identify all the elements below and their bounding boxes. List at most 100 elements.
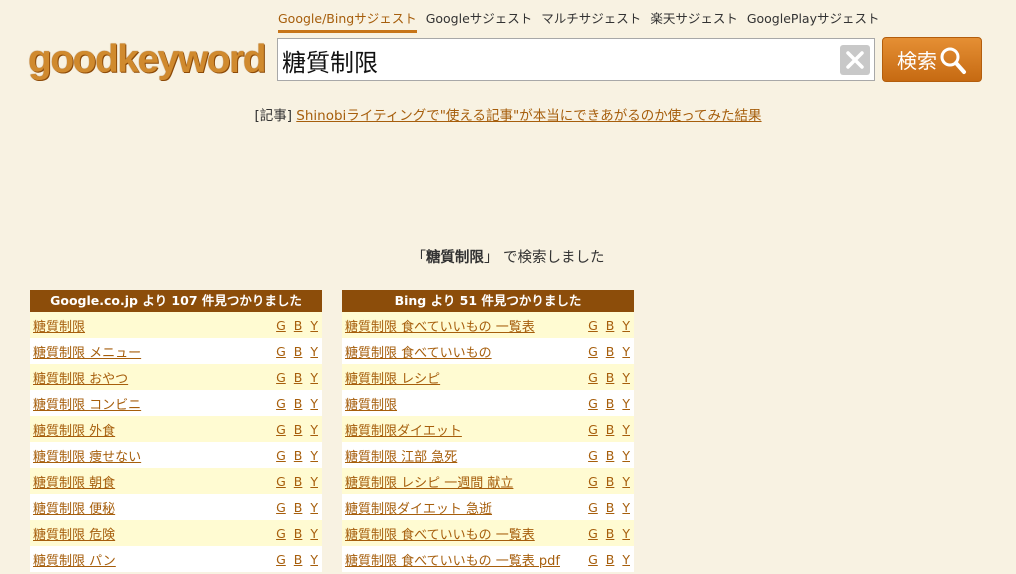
article-link[interactable]: Shinobiライティングで"使える記事"が本当にできあがるのか使ってみた結果 [296,108,761,124]
nav-google-bing[interactable]: Google/Bingサジェスト [278,8,417,33]
engine-link-g[interactable]: G [588,474,598,489]
engine-link-y[interactable]: Y [310,318,318,333]
clear-button[interactable] [840,45,870,75]
google-results-header: Google.co.jp より 107 件見つかりました [30,290,322,312]
engine-link-g[interactable]: G [276,422,286,437]
engine-link-g[interactable]: G [588,344,598,359]
engine-links: GBY [276,526,318,541]
keyword-link[interactable]: 糖質制限 食べていいもの [345,342,492,361]
engine-link-b[interactable]: B [606,552,615,567]
engine-link-b[interactable]: B [606,474,615,489]
engine-link-y[interactable]: Y [622,422,630,437]
engine-link-y[interactable]: Y [622,370,630,385]
engine-link-b[interactable]: B [606,370,615,385]
engine-link-y[interactable]: Y [310,552,318,567]
engine-link-b[interactable]: B [294,474,303,489]
keyword-link[interactable]: 糖質制限 危険 [33,524,115,543]
engine-link-b[interactable]: B [606,422,615,437]
engine-link-y[interactable]: Y [622,552,630,567]
keyword-link[interactable]: 糖質制限 朝食 [33,472,115,491]
keyword-link[interactable]: 糖質制限ダイエット 急逝 [345,498,492,517]
engine-link-b[interactable]: B [294,552,303,567]
engine-link-g[interactable]: G [276,344,286,359]
keyword-link[interactable]: 糖質制限ダイエット [345,420,462,439]
engine-link-g[interactable]: G [588,500,598,515]
nav-google[interactable]: Googleサジェスト [426,8,533,33]
engine-link-y[interactable]: Y [622,448,630,463]
engine-link-b[interactable]: B [294,500,303,515]
engine-link-b[interactable]: B [294,318,303,333]
engine-link-y[interactable]: Y [622,474,630,489]
engine-link-y[interactable]: Y [622,396,630,411]
engine-link-g[interactable]: G [588,448,598,463]
engine-link-y[interactable]: Y [310,474,318,489]
engine-link-b[interactable]: B [294,396,303,411]
engine-link-y[interactable]: Y [622,344,630,359]
engine-link-g[interactable]: G [276,448,286,463]
engine-link-y[interactable]: Y [622,500,630,515]
engine-link-y[interactable]: Y [310,448,318,463]
engine-link-g[interactable]: G [588,318,598,333]
engine-link-b[interactable]: B [606,500,615,515]
engine-link-y[interactable]: Y [310,500,318,515]
keyword-link[interactable]: 糖質制限 便秘 [33,498,115,517]
engine-link-b[interactable]: B [294,422,303,437]
engine-link-g[interactable]: G [276,474,286,489]
nav-multi[interactable]: マルチサジェスト [541,8,641,33]
keyword-link[interactable]: 糖質制限 メニュー [33,342,141,361]
keyword-link[interactable]: 糖質制限 痩せない [33,446,141,465]
engine-link-g[interactable]: G [588,396,598,411]
nav-googleplay[interactable]: GooglePlayサジェスト [747,8,880,33]
engine-nav: Google/Bingサジェスト Googleサジェスト マルチサジェスト 楽天… [278,8,888,33]
engine-links: GBY [588,552,630,567]
bing-results-panel: Bing より 51 件見つかりました 糖質制限 食べていいもの 一覧表 G B Y 糖… [342,290,634,572]
engine-link-b[interactable]: B [606,526,615,541]
engine-link-b[interactable]: B [294,344,303,359]
engine-link-g[interactable]: G [276,500,286,515]
search-input[interactable] [280,43,824,77]
engine-link-b[interactable]: B [606,318,615,333]
keyword-link[interactable]: 糖質制限 江部 急死 [345,446,457,465]
keyword-link[interactable]: 糖質制限 コンビニ [33,394,141,413]
engine-link-g[interactable]: G [276,526,286,541]
engine-link-g[interactable]: G [276,318,286,333]
engine-link-g[interactable]: G [588,370,598,385]
engine-link-b[interactable]: B [606,396,615,411]
keyword-link[interactable]: 糖質制限 パン [33,550,116,569]
engine-link-y[interactable]: Y [310,396,318,411]
nav-rakuten[interactable]: 楽天サジェスト [650,8,738,33]
keyword-link[interactable]: 糖質制限 レシピ 一週間 献立 [345,472,513,491]
keyword-link[interactable]: 糖質制限 [33,316,85,335]
engine-link-y[interactable]: Y [622,318,630,333]
engine-link-g[interactable]: G [276,552,286,567]
keyword-link[interactable]: 糖質制限 おやつ [33,368,128,387]
engine-link-b[interactable]: B [606,448,615,463]
engine-link-y[interactable]: Y [310,422,318,437]
engine-link-b[interactable]: B [606,344,615,359]
table-row: 糖質制限 パン G B Y [30,546,322,572]
keyword-link[interactable]: 糖質制限 レシピ [345,368,440,387]
keyword-link[interactable]: 糖質制限 [345,394,397,413]
site-logo[interactable]: goodkeyword [28,38,267,82]
engine-link-g[interactable]: G [276,396,286,411]
search-button[interactable]: 検索 [882,37,982,82]
keyword-link[interactable]: 糖質制限 食べていいもの 一覧表 pdf [345,550,560,569]
engine-link-b[interactable]: B [294,448,303,463]
engine-link-g[interactable]: G [588,422,598,437]
keyword-link[interactable]: 糖質制限 食べていいもの 一覧表 [345,524,535,543]
engine-link-b[interactable]: B [294,370,303,385]
engine-link-y[interactable]: Y [310,526,318,541]
engine-link-y[interactable]: Y [310,370,318,385]
engine-link-g[interactable]: G [276,370,286,385]
keyword-link[interactable]: 糖質制限 食べていいもの 一覧表 [345,316,535,335]
engine-link-y[interactable]: Y [622,526,630,541]
table-row: 糖質制限 江部 急死 G B Y [342,442,634,468]
engine-link-y[interactable]: Y [310,344,318,359]
engine-link-g[interactable]: G [588,552,598,567]
engine-links: GBY [276,500,318,515]
engine-links: GBY [276,396,318,411]
result-message: 「糖質制限」 で検索しました [0,246,1016,267]
engine-link-g[interactable]: G [588,526,598,541]
engine-link-b[interactable]: B [294,526,303,541]
keyword-link[interactable]: 糖質制限 外食 [33,420,115,439]
